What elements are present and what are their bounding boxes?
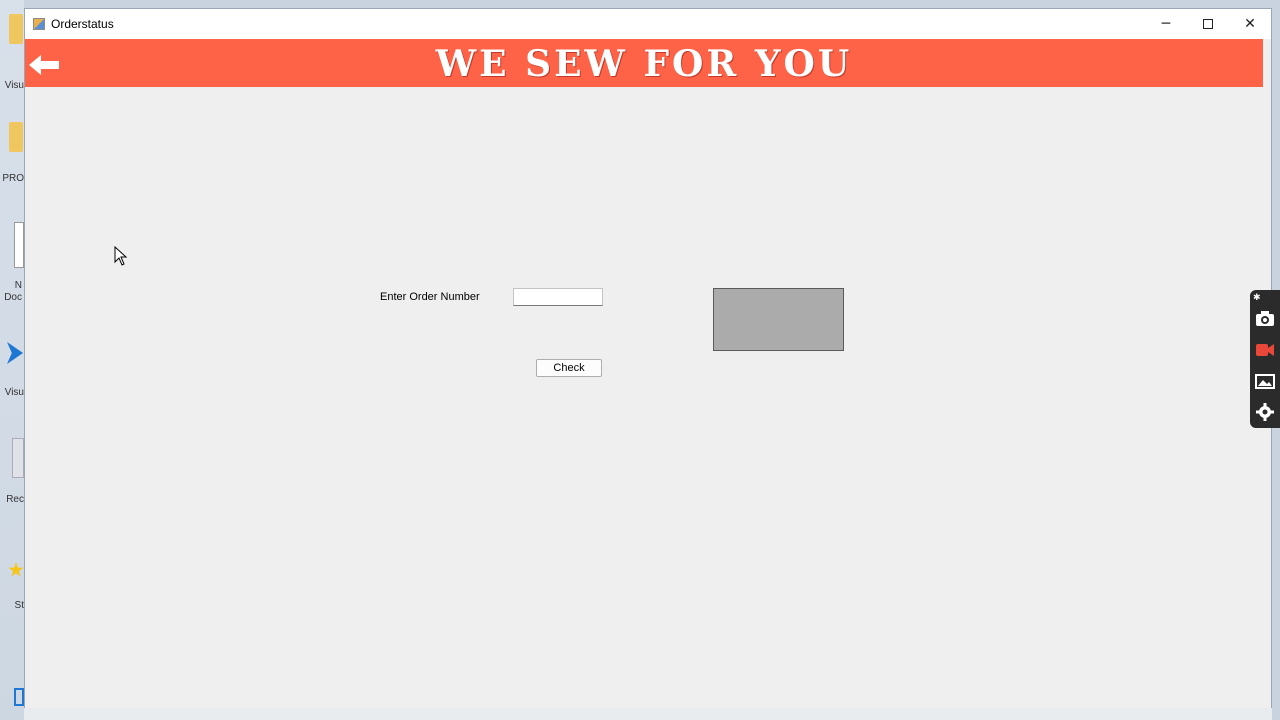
window-bottom-edge (24, 708, 1272, 720)
minimize-button[interactable]: ─ (1145, 9, 1187, 39)
maximize-button[interactable] (1187, 9, 1229, 39)
mouse-cursor-icon (114, 246, 128, 266)
visual-studio-icon[interactable] (7, 342, 23, 364)
pin-icon[interactable]: ✱ (1253, 292, 1263, 302)
orderstatus-window: Orderstatus ─ ✕ WE SEW FOR YOU Enter Ord… (24, 8, 1272, 720)
taskbar-icon[interactable] (14, 688, 24, 706)
minimize-icon: ─ (1161, 16, 1171, 32)
desktop-icon-label: St (14, 600, 24, 611)
settings-gear-icon[interactable] (1254, 402, 1276, 422)
main-content: Enter Order Number Check (25, 87, 1263, 717)
result-display-box (713, 288, 844, 351)
desktop-background: Visu PRO N Doc Visu Rec St (0, 0, 24, 720)
desktop-icon-label: Visu (4, 387, 24, 398)
header-banner: WE SEW FOR YOU (25, 39, 1263, 87)
check-button[interactable]: Check (536, 359, 602, 377)
desktop-icon-label: N Doc (4, 280, 22, 303)
desktop-icon-label: PRO (2, 173, 24, 184)
camera-icon[interactable] (1254, 308, 1276, 328)
banner-title: WE SEW FOR YOU (435, 43, 853, 85)
app-icon (33, 18, 45, 30)
title-bar[interactable]: Orderstatus ─ ✕ (25, 9, 1271, 39)
maximize-icon (1203, 19, 1213, 29)
desktop-icon-label: Visu (4, 80, 24, 91)
folder-icon[interactable] (9, 14, 23, 44)
close-icon: ✕ (1244, 16, 1256, 32)
recycle-bin-icon[interactable] (12, 438, 24, 478)
order-number-label: Enter Order Number (380, 291, 480, 303)
shortcut-star-icon[interactable] (8, 562, 24, 577)
video-record-icon[interactable] (1254, 340, 1276, 360)
close-button[interactable]: ✕ (1229, 9, 1271, 39)
gallery-icon[interactable] (1254, 371, 1276, 391)
document-icon[interactable] (14, 222, 24, 268)
desktop-icon-label: Rec (6, 494, 24, 505)
window-title: Orderstatus (51, 17, 114, 31)
capture-toolbar: ✱ (1250, 290, 1280, 428)
folder-icon[interactable] (9, 122, 23, 152)
order-number-input[interactable] (513, 288, 603, 306)
window-controls: ─ ✕ (1145, 9, 1271, 39)
